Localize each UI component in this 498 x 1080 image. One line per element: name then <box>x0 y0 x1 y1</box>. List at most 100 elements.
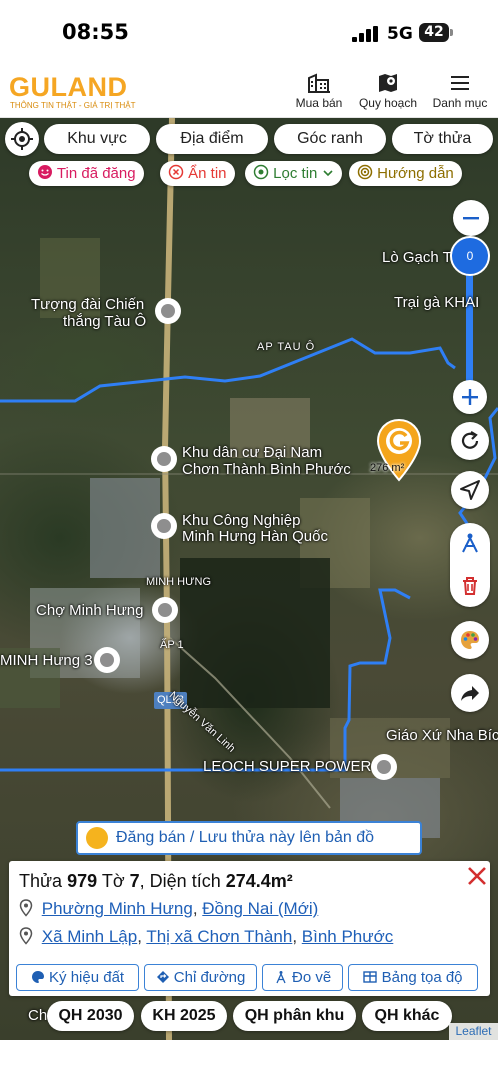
network-type: 5G <box>387 24 413 44</box>
map-label: ẤP 1 <box>160 639 184 651</box>
crosshair-icon <box>11 128 33 150</box>
nav-planning[interactable]: Quy hoạch <box>356 72 420 110</box>
old-address-row: Xã Minh Lập, Thị xã Chơn Thành, Bình Phư… <box>19 927 393 947</box>
map-label: thắng Tàu Ô <box>63 313 147 330</box>
plus-icon <box>462 389 478 405</box>
parcel-prefix: Thửa <box>19 871 63 891</box>
tab-to-thua[interactable]: Tờ thửa <box>392 124 493 154</box>
map-label: Tượng đài Chiến <box>31 296 145 313</box>
zoning-plan-chip[interactable]: QH phân khu <box>233 1001 356 1031</box>
old-province-link[interactable]: Bình Phước <box>302 927 394 946</box>
map-label: Chơn Thành Bình Phước <box>182 461 351 478</box>
map-label: Chợ Minh Hưng <box>36 602 144 619</box>
location-pin-icon <box>19 927 33 945</box>
locate-button[interactable] <box>5 122 39 156</box>
filter-hidden[interactable]: Ẩn tin <box>160 161 235 186</box>
nav-label: Mua bán <box>295 96 343 110</box>
x-circle-icon <box>168 164 184 180</box>
palette-icon <box>31 971 44 983</box>
sheet-label: Tờ <box>101 871 125 891</box>
sheet-number: 7 <box>129 871 140 891</box>
action-label: Đo vẽ <box>291 969 332 986</box>
poi-pin-icon[interactable] <box>371 754 397 780</box>
status-bar: 08:55 5G 42 <box>0 0 498 66</box>
plan-2025-chip[interactable]: KH 2025 <box>141 1001 227 1031</box>
buildings-icon <box>308 73 330 93</box>
new-province-link[interactable]: Đồng Nai (Mới) <box>202 899 318 918</box>
map-pin-icon <box>379 74 397 92</box>
parcel-area: 274.4m² <box>225 871 293 891</box>
navigation-arrow-icon <box>460 480 480 500</box>
area-label: , Diện tích <box>139 871 221 891</box>
market-pin-icon[interactable] <box>152 597 178 623</box>
planning-2030-chip[interactable]: QH 2030 <box>47 1001 134 1031</box>
filter-dropdown[interactable]: Lọc tin <box>245 161 342 186</box>
old-town-link[interactable]: Thị xã Chơn Thành <box>146 927 292 946</box>
map-style-button[interactable] <box>451 621 489 659</box>
new-address-row: Phường Minh Hưng, Đồng Nai (Mới) <box>19 899 318 919</box>
minus-icon <box>463 217 479 220</box>
guide-button[interactable]: Hướng dẫn <box>349 161 462 186</box>
nav-label: Danh mục <box>432 96 488 110</box>
parcel-title: Thửa 979 Tờ 7, Diện tích 274.4m² <box>19 871 293 892</box>
location-icon <box>253 164 269 180</box>
action-label: Ký hiệu đất <box>49 969 125 986</box>
nav-buy-sell[interactable]: Mua bán <box>294 72 344 110</box>
zoom-in-button[interactable] <box>453 380 487 414</box>
trash-icon[interactable] <box>459 575 481 597</box>
parcel-info-panel: Thửa 979 Tờ 7, Diện tích 274.4m² Phường … <box>9 861 490 996</box>
measure-button[interactable]: Đo vẽ <box>262 964 343 991</box>
action-label: Bảng tọa độ <box>381 969 463 986</box>
land-symbol-button[interactable]: Ký hiệu đất <box>16 964 139 991</box>
map-label: AP TAU Ô <box>257 341 316 353</box>
compass-draw-icon[interactable] <box>458 531 482 555</box>
filter-label: Ẩn tin <box>188 165 227 182</box>
boundary-line <box>0 337 456 403</box>
tab-goc-ranh[interactable]: Góc ranh <box>274 124 386 154</box>
brand-tagline: THÔNG TIN THẬT - GIÁ TRỊ THẬT <box>10 101 136 110</box>
app-header: GULAND THÔNG TIN THẬT - GIÁ TRỊ THẬT Mua… <box>0 66 498 118</box>
save-parcel-banner[interactable]: Đăng bán / Lưu thửa này lên bản đồ <box>76 821 422 855</box>
map-label: Trại gà KHAI <box>394 294 480 311</box>
filter-posted[interactable]: Tin đã đăng <box>29 161 144 186</box>
map-attribution[interactable]: Leaflet <box>449 1023 498 1040</box>
filter-label: Lọc tin <box>273 165 318 182</box>
coordinate-table-button[interactable]: Bảng tọa độ <box>348 964 478 991</box>
nav-menu[interactable]: Danh mục <box>430 72 490 110</box>
battery-icon: 42 <box>419 23 453 42</box>
refresh-button[interactable] <box>451 422 489 460</box>
signal-icon <box>352 26 378 42</box>
compass-draw-icon <box>276 971 286 984</box>
map-label: Khu Công Nghiệp <box>182 512 301 529</box>
old-commune-link[interactable]: Xã Minh Lập <box>42 927 137 946</box>
zoom-out-button[interactable] <box>453 200 489 236</box>
poi-pin-icon[interactable] <box>155 298 181 324</box>
status-time: 08:55 <box>62 20 129 44</box>
table-icon <box>363 971 378 983</box>
map-label: MINH Hưng 3 <box>0 652 93 669</box>
map-label: Khu dân cư Đại Nam <box>182 444 323 461</box>
directions-button[interactable]: Chỉ đường <box>144 964 257 991</box>
share-button[interactable] <box>451 674 489 712</box>
tab-khu-vuc[interactable]: Khu vực <box>44 124 150 154</box>
parcel-marker[interactable]: 276 m² <box>370 418 423 482</box>
poi-pin-icon[interactable] <box>151 513 177 539</box>
nav-label: Quy hoạch <box>358 96 418 110</box>
zoom-level-knob[interactable]: 0 <box>450 236 490 276</box>
location-pin-icon <box>19 899 33 917</box>
menu-icon <box>451 76 469 90</box>
poi-pin-icon[interactable] <box>94 647 120 673</box>
other-plan-chip[interactable]: QH khác <box>362 1001 452 1031</box>
draw-tools-group <box>450 523 490 607</box>
map-label: Minh Hưng Hàn Quốc <box>182 528 328 545</box>
close-icon[interactable] <box>464 863 490 889</box>
new-ward-link[interactable]: Phường Minh Hưng <box>42 899 193 918</box>
brand-logo[interactable]: GULAND <box>9 74 128 101</box>
tab-dia-diem[interactable]: Địa điểm <box>156 124 268 154</box>
map-label: Lò Gạch T <box>382 249 452 266</box>
map-label: Giáo Xứ Nha Bíc <box>386 727 498 744</box>
poi-pin-icon[interactable] <box>151 446 177 472</box>
directions-icon <box>156 971 169 983</box>
zoom-level-value: 0 <box>466 249 474 263</box>
my-location-button[interactable] <box>451 471 489 509</box>
